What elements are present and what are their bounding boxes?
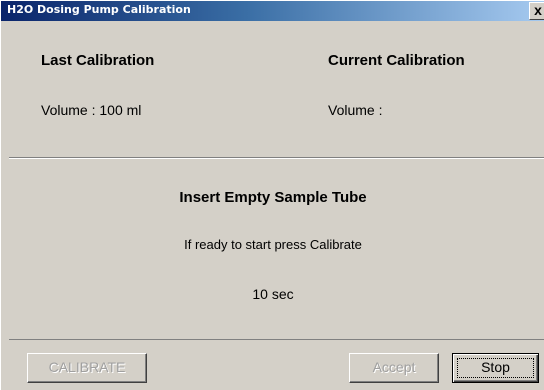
last-calibration-volume: Volume : 100 ml [41,102,142,118]
last-calibration-heading: Last Calibration [41,52,155,69]
close-button[interactable]: x [529,2,544,20]
accept-button-label: Accept [372,359,416,375]
stop-button[interactable]: Stop [452,353,539,383]
current-calibration-heading: Current Calibration [328,52,465,69]
calibration-dialog: H2O Dosing Pump Calibration x Last Calib… [0,0,544,390]
panel-divider [9,158,544,159]
focus-rectangle [457,358,534,378]
current-calibration-volume: Volume : [328,102,383,118]
accept-button[interactable]: Accept [349,353,439,383]
countdown-timer: 10 sec [252,286,294,302]
calibration-summary-panel [9,23,544,158]
close-icon: x [534,2,542,18]
instruction-headline: Insert Empty Sample Tube [179,189,367,206]
calibrate-button[interactable]: CALIBRATE [27,353,147,383]
calibrate-button-label: CALIBRATE [48,359,126,375]
footer-divider [9,339,544,340]
instruction-message: If ready to start press Calibrate [184,237,362,252]
window-title: H2O Dosing Pump Calibration [7,3,191,16]
title-bar[interactable]: H2O Dosing Pump Calibration x [1,1,544,21]
